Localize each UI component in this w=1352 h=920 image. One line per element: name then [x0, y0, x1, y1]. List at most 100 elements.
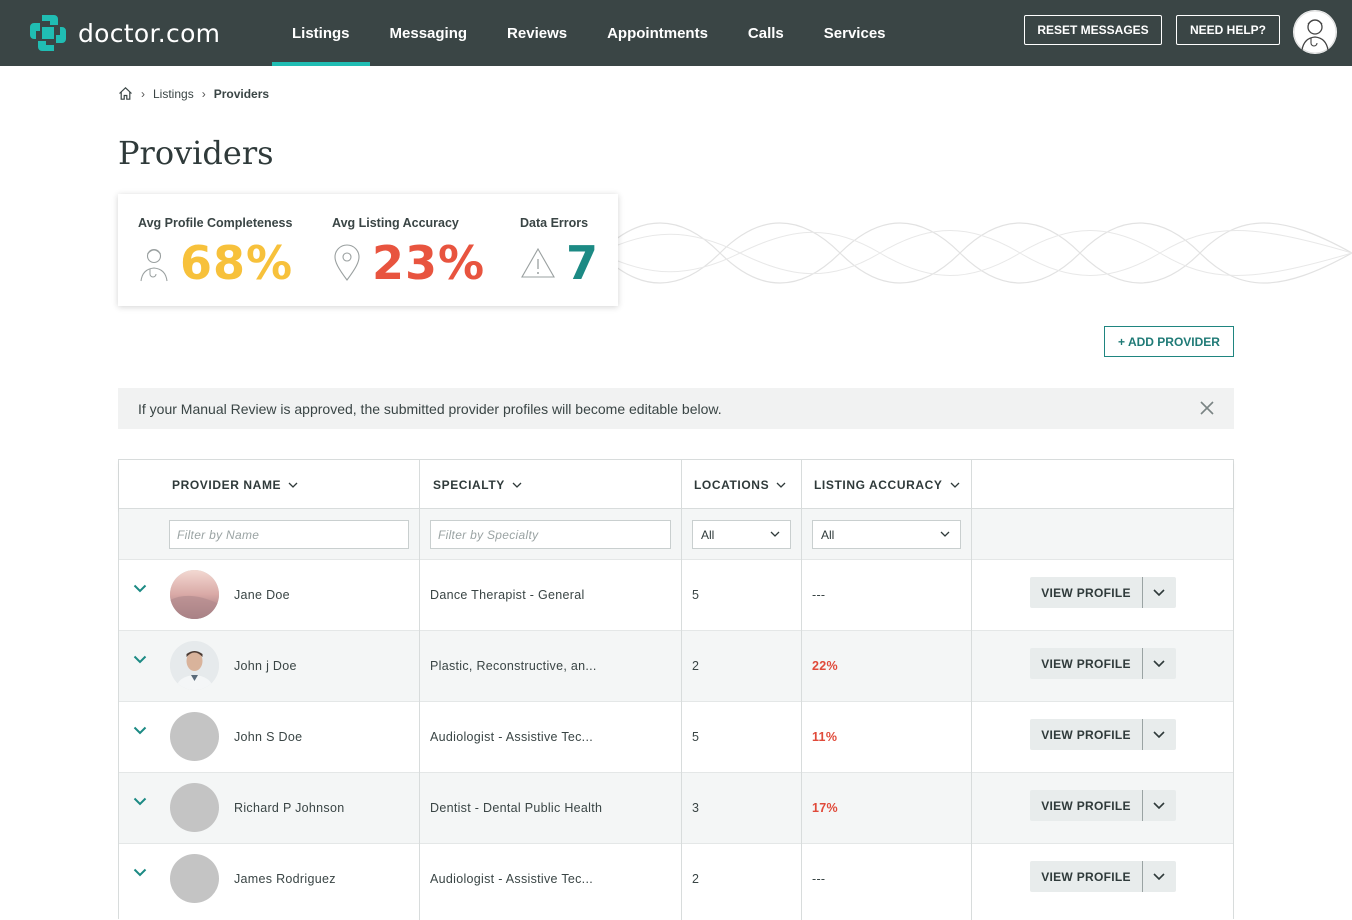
view-profile-button-group: VIEW PROFILE — [1030, 719, 1176, 750]
column-specialty[interactable]: SPECIALTY — [433, 460, 522, 509]
filter-specialty-input[interactable]: Filter by Specialty — [430, 520, 671, 549]
profile-actions-dropdown[interactable] — [1143, 719, 1175, 750]
chevron-down-icon — [288, 482, 298, 488]
filter-locations-select[interactable]: All — [692, 520, 791, 549]
profile-actions-dropdown[interactable] — [1143, 861, 1175, 892]
filter-accuracy-value: All — [821, 527, 835, 542]
table-header: PROVIDER NAME SPECIALTY LOCATIONS LISTIN… — [119, 460, 1233, 509]
column-divider — [971, 460, 972, 920]
provider-avatar-placeholder — [170, 712, 219, 761]
view-profile-button[interactable]: VIEW PROFILE — [1030, 648, 1143, 679]
breadcrumb: › Listings › Providers — [118, 86, 269, 101]
logo[interactable]: doctor.com — [28, 12, 220, 54]
stat-completeness-label: Avg Profile Completeness — [138, 216, 293, 230]
provider-locations: 3 — [692, 801, 700, 815]
provider-accuracy: --- — [812, 872, 826, 886]
filter-accuracy-select[interactable]: All — [812, 520, 961, 549]
view-profile-button-group: VIEW PROFILE — [1030, 577, 1176, 608]
chevron-down-icon — [1153, 731, 1165, 738]
provider-locations: 5 — [692, 730, 700, 744]
breadcrumb-separator: › — [141, 86, 145, 101]
stat-accuracy-label: Avg Listing Accuracy — [332, 216, 459, 230]
notice-text: If your Manual Review is approved, the s… — [138, 400, 722, 417]
nav-appointments[interactable]: Appointments — [587, 0, 728, 66]
chevron-down-icon — [512, 482, 522, 488]
expand-row-chevron-icon[interactable] — [133, 584, 147, 593]
view-profile-button[interactable]: VIEW PROFILE — [1030, 790, 1143, 821]
logo-text: doctor.com — [78, 18, 221, 48]
doctor-avatar-icon — [1293, 10, 1337, 54]
provider-name[interactable]: John j Doe — [234, 631, 297, 701]
need-help-button[interactable]: NEED HELP? — [1176, 15, 1280, 45]
breadcrumb-separator: › — [201, 86, 206, 101]
column-listing-accuracy[interactable]: LISTING ACCURACY — [814, 460, 960, 509]
view-profile-button-group: VIEW PROFILE — [1030, 861, 1176, 892]
breadcrumb-listings[interactable]: Listings — [153, 87, 194, 101]
chevron-down-icon — [1153, 660, 1165, 667]
page-title: Providers — [118, 134, 274, 172]
chevron-down-icon — [776, 482, 786, 488]
provider-name[interactable]: Jane Doe — [234, 560, 290, 630]
view-profile-button[interactable]: VIEW PROFILE — [1030, 719, 1143, 750]
provider-name[interactable]: James Rodriguez — [234, 844, 336, 914]
provider-name[interactable]: Richard P Johnson — [234, 773, 345, 843]
provider-avatar — [170, 641, 219, 690]
add-provider-button[interactable]: + ADD PROVIDER — [1104, 326, 1234, 357]
nav-messaging[interactable]: Messaging — [370, 0, 488, 66]
nav-listings[interactable]: Listings — [272, 0, 370, 66]
view-profile-button[interactable]: VIEW PROFILE — [1030, 861, 1143, 892]
nav-services[interactable]: Services — [804, 0, 906, 66]
column-divider — [419, 460, 420, 920]
close-icon[interactable] — [1198, 399, 1216, 417]
stat-errors-value: 7 — [566, 236, 600, 290]
filter-locations-value: All — [701, 527, 715, 542]
reset-messages-button[interactable]: RESET MESSAGES — [1024, 15, 1162, 45]
table-row: James Rodriguez Audiologist - Assistive … — [119, 843, 1233, 914]
main-nav: Listings Messaging Reviews Appointments … — [272, 0, 906, 66]
nav-reviews[interactable]: Reviews — [487, 0, 587, 66]
column-divider — [801, 460, 802, 920]
user-avatar[interactable] — [1293, 10, 1337, 54]
nav-calls[interactable]: Calls — [728, 0, 804, 66]
expand-row-chevron-icon[interactable] — [133, 726, 147, 735]
location-pin-icon — [334, 244, 360, 281]
column-locations[interactable]: LOCATIONS — [694, 460, 786, 509]
provider-accuracy: --- — [812, 588, 826, 602]
expand-row-chevron-icon[interactable] — [133, 797, 147, 806]
view-profile-button[interactable]: VIEW PROFILE — [1030, 577, 1143, 608]
decorative-waves — [600, 222, 1352, 284]
chevron-down-icon — [770, 531, 780, 537]
breadcrumb-providers: Providers — [213, 86, 270, 101]
stat-errors: Data Errors 7 — [520, 216, 599, 290]
expand-row-chevron-icon[interactable] — [133, 655, 147, 664]
chevron-down-icon — [940, 531, 950, 537]
chevron-down-icon — [950, 482, 959, 488]
column-specialty-label: SPECIALTY — [433, 477, 505, 492]
provider-specialty: Audiologist - Assistive Tec... — [430, 730, 594, 744]
provider-accuracy: 17% — [812, 801, 838, 815]
expand-row-chevron-icon[interactable] — [133, 868, 147, 877]
warning-icon — [521, 247, 555, 278]
profile-actions-dropdown[interactable] — [1143, 648, 1175, 679]
home-icon[interactable] — [118, 86, 133, 101]
filter-name-input[interactable]: Filter by Name — [169, 520, 409, 549]
stats-card: Avg Profile Completeness 68% Avg Listing… — [118, 194, 618, 306]
doctor-photo-icon — [170, 641, 219, 690]
table-row: Richard P Johnson Dentist - Dental Publi… — [119, 772, 1233, 843]
column-provider-name-label: PROVIDER NAME — [172, 477, 282, 492]
chevron-down-icon — [1153, 873, 1165, 880]
provider-name[interactable]: John S Doe — [234, 702, 302, 772]
provider-specialty: Dentist - Dental Public Health — [430, 801, 603, 815]
provider-specialty: Audiologist - Assistive Tec... — [430, 872, 594, 886]
provider-locations: 2 — [692, 872, 700, 886]
column-provider-name[interactable]: PROVIDER NAME — [172, 460, 298, 509]
landscape-photo-icon — [170, 570, 219, 619]
stat-completeness: Avg Profile Completeness 68% — [138, 216, 293, 290]
profile-actions-dropdown[interactable] — [1143, 577, 1175, 608]
column-listing-accuracy-label: LISTING ACCURACY — [814, 477, 943, 492]
providers-table: PROVIDER NAME SPECIALTY LOCATIONS LISTIN… — [118, 459, 1234, 920]
column-locations-label: LOCATIONS — [694, 477, 770, 492]
table-row: Jane Doe Dance Therapist - General 5 ---… — [119, 559, 1233, 630]
profile-actions-dropdown[interactable] — [1143, 790, 1175, 821]
filter-row: Filter by Name Filter by Specialty All A… — [119, 509, 1233, 559]
